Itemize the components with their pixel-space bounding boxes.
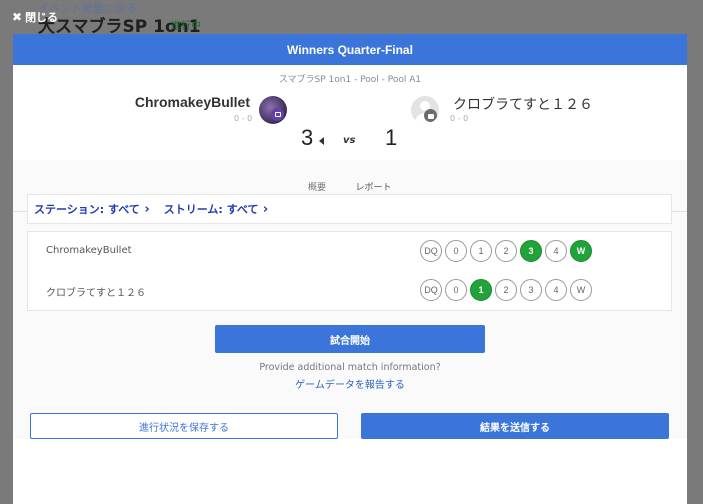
status-badge: 進行中 [171,21,201,32]
score-option-win[interactable]: W [570,240,592,262]
vs-label: vs [343,135,356,146]
start-match-button[interactable]: 試合開始 [215,325,485,353]
filter-bar: ステーション: すべて ストリーム: すべて [27,194,672,224]
score-option-1[interactable]: 1 [470,279,492,301]
score-option-dq[interactable]: DQ [420,240,442,262]
score-options: DQ 0 1 2 3 4 W [420,240,592,262]
report-game-data-link[interactable]: ゲームデータを報告する [13,376,687,391]
player2-name: クロブラてすと１２６ [453,97,593,113]
player1-name: ChromakeyBullet [134,94,250,110]
station-filter[interactable]: ステーション: すべて [34,201,150,217]
save-progress-button[interactable]: 進行状況を保存する [30,413,338,439]
submit-results-button[interactable]: 結果を送信する [361,413,669,439]
bracket-info: スマブラSP 1on1 - Pool - Pool A1 [278,75,422,85]
score-option-4[interactable]: 4 [545,279,567,301]
modal-footer-area [13,439,687,504]
close-icon: ✖ [12,10,23,24]
player2-avatar [411,96,439,124]
lock-icon [424,109,437,122]
match-modal: Winners Quarter-Final スマブラSP 1on1 - Pool… [13,34,687,504]
player1-score: 3 [301,125,314,150]
score-option-3[interactable]: 3 [520,240,542,262]
report-panel: ChromakeyBullet DQ 0 1 2 3 4 W クロブラてすと１２… [27,231,672,311]
stream-filter[interactable]: ストリーム: すべて [164,201,269,217]
close-button[interactable]: ✖ 閉じる [12,9,58,25]
score-option-win[interactable]: W [570,279,592,301]
modal-title: Winners Quarter-Final [13,34,687,65]
player2-score: 1 [385,125,398,150]
score-option-0[interactable]: 0 [445,279,467,301]
score-option-1[interactable]: 1 [470,240,492,262]
report-player-name: クロブラてすと１２６ [46,288,146,299]
score-option-2[interactable]: 2 [495,240,517,262]
score-option-4[interactable]: 4 [545,240,567,262]
score-option-dq[interactable]: DQ [420,279,442,301]
info-prompt: Provide additional match information? [259,362,441,373]
score-options: DQ 0 1 2 3 4 W [420,279,592,301]
twitch-icon [271,108,284,121]
match-card: スマブラSP 1on1 - Pool - Pool A1 ChromakeyBu… [13,65,687,160]
score-option-3[interactable]: 3 [520,279,542,301]
report-row: クロブラてすと１２６ DQ 0 1 2 3 4 W [28,271,671,309]
player1-avatar [259,96,287,124]
report-row: ChromakeyBullet DQ 0 1 2 3 4 W [28,232,671,270]
score-option-0[interactable]: 0 [445,240,467,262]
player1-record: 0 - 0 [234,114,253,123]
tab-overview[interactable]: 概要 [308,180,326,193]
report-player-name: ChromakeyBullet [46,245,132,256]
score-option-2[interactable]: 2 [495,279,517,301]
player2-record: 0 - 0 [450,114,469,123]
winner-arrow-icon [319,137,324,145]
close-label: 閉じる [25,11,59,24]
